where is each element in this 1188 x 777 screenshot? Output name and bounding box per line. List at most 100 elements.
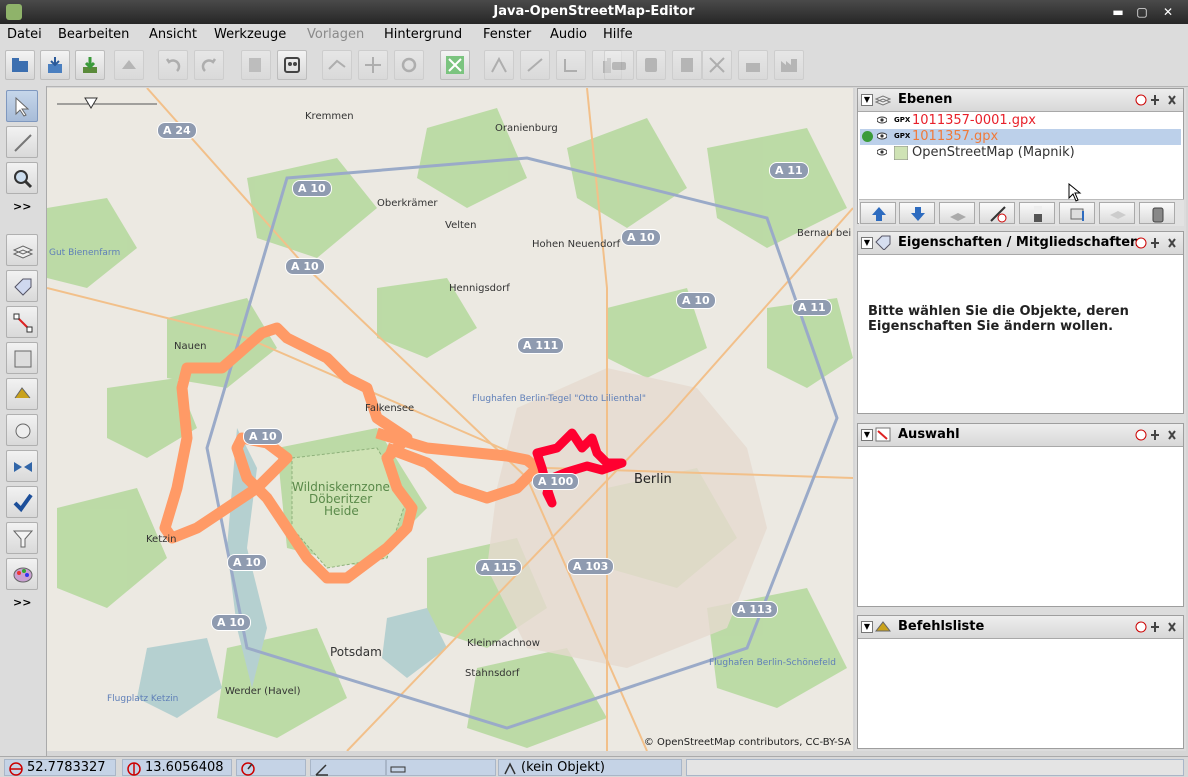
- shield-a10-2: A 10: [285, 258, 325, 275]
- layer-row[interactable]: OpenStreetMap (Mapnik): [860, 145, 1181, 161]
- selection-header[interactable]: ▼ Auswahl: [858, 424, 1183, 447]
- menu-vorlagen[interactable]: Vorlagen: [307, 27, 364, 42]
- align-circle-button[interactable]: [484, 50, 514, 80]
- car-button[interactable]: [604, 50, 634, 80]
- tools-button[interactable]: [702, 50, 732, 80]
- warning-button[interactable]: [672, 50, 702, 80]
- dialog-buttons-icon[interactable]: [1135, 93, 1179, 107]
- shield-a103: A 103: [567, 558, 615, 575]
- show-hide-button[interactable]: [979, 202, 1015, 224]
- zoom-to-data-button[interactable]: [440, 50, 470, 80]
- properties-empty-line1: Bitte wählen Sie die Objekte, deren: [868, 304, 1129, 319]
- menu-ansicht[interactable]: Ansicht: [149, 27, 197, 42]
- combine-way-button[interactable]: [358, 50, 388, 80]
- place-kleinmachnow: Kleinmachnow: [467, 638, 540, 649]
- close-icon[interactable]: ✕: [1158, 3, 1178, 21]
- delete-layer-button[interactable]: [1139, 202, 1175, 224]
- place-werder: Werder (Havel): [225, 686, 301, 697]
- minimize-icon[interactable]: ▬: [1108, 3, 1128, 21]
- authors-toggle-button[interactable]: [6, 414, 38, 446]
- orthogonal-button[interactable]: [556, 50, 586, 80]
- commands-header[interactable]: ▼ Befehlsliste: [858, 616, 1183, 639]
- airport-ketzin: Flugplatz Ketzin: [107, 694, 179, 704]
- menu-datei[interactable]: Datei: [7, 27, 42, 42]
- collapse-toggle-icon[interactable]: ▼: [861, 429, 873, 441]
- distance-field: [386, 759, 496, 776]
- move-up-button[interactable]: [860, 202, 896, 224]
- latitude-field: 52.7783327: [4, 759, 116, 776]
- properties-header[interactable]: ▼ Eigenschaften / Mitgliedschaften: [858, 232, 1183, 255]
- commands-toggle-button[interactable]: [6, 378, 38, 410]
- duplicate-button[interactable]: [1099, 202, 1135, 224]
- undo-button[interactable]: [158, 50, 188, 80]
- opacity-button[interactable]: [1019, 202, 1055, 224]
- merge-button[interactable]: [1059, 202, 1095, 224]
- align-line-button[interactable]: [520, 50, 550, 80]
- zoom-slider[interactable]: [57, 96, 157, 112]
- eye-icon[interactable]: [877, 148, 887, 156]
- object-icon: [504, 762, 516, 775]
- factory-button[interactable]: [774, 50, 804, 80]
- draw-tool-button[interactable]: [6, 126, 38, 158]
- layers-header[interactable]: ▼ Ebenen: [858, 89, 1183, 112]
- castle-button[interactable]: [738, 50, 768, 80]
- mappaint-toggle-button[interactable]: [6, 558, 38, 590]
- eye-icon[interactable]: [877, 132, 887, 140]
- menu-hilfe[interactable]: Hilfe: [603, 27, 633, 42]
- zoom-tool-button[interactable]: [6, 162, 38, 194]
- collapse-toggle-icon[interactable]: ▼: [861, 621, 873, 633]
- open-button[interactable]: [5, 50, 35, 80]
- layer-type-label: GPX: [894, 132, 911, 140]
- download-button[interactable]: [75, 50, 105, 80]
- layers-toggle-button[interactable]: [6, 234, 38, 266]
- place-potsdam: Potsdam: [330, 645, 382, 659]
- label-gut-bienenfarm: Gut Bienenfarm: [49, 248, 121, 258]
- layer-row[interactable]: GPX 1011357-0001.gpx: [860, 113, 1181, 129]
- more-tools-1[interactable]: >>: [13, 200, 31, 213]
- menu-audio[interactable]: Audio: [550, 27, 587, 42]
- activate-layer-button[interactable]: [939, 202, 975, 224]
- split-way-button[interactable]: [322, 50, 352, 80]
- menu-fenster[interactable]: Fenster: [483, 27, 531, 42]
- place-oranienburg: Oranienburg: [495, 123, 558, 134]
- conflict-toggle-button[interactable]: [6, 450, 38, 482]
- map-layer-icon: [894, 146, 908, 160]
- place-hohen-neuendorf: Hohen Neuendorf: [532, 239, 621, 250]
- relations-toggle-button[interactable]: [6, 342, 38, 374]
- command-stack-icon: [875, 621, 891, 632]
- map-background: [47, 88, 853, 751]
- dialog-buttons-icon[interactable]: [1135, 236, 1179, 250]
- upload-button[interactable]: [114, 50, 144, 80]
- collapse-toggle-icon[interactable]: ▼: [861, 94, 873, 106]
- dialog-buttons-icon[interactable]: [1135, 428, 1179, 442]
- menu-bearbeiten[interactable]: Bearbeiten: [58, 27, 129, 42]
- info-button[interactable]: [277, 50, 307, 80]
- layer-row-active[interactable]: GPX 1011357.gpx: [860, 129, 1181, 145]
- selection-title: Auswahl: [898, 427, 960, 442]
- dialog-buttons-icon[interactable]: [1135, 620, 1179, 634]
- more-tools-2[interactable]: >>: [13, 596, 31, 609]
- shield-a24: A 24: [157, 122, 197, 139]
- eye-icon[interactable]: [877, 116, 887, 124]
- shield-a100: A 100: [532, 473, 580, 490]
- menu-hintergrund[interactable]: Hintergrund: [384, 27, 462, 42]
- redo-button[interactable]: [194, 50, 224, 80]
- menu-werkzeuge[interactable]: Werkzeuge: [214, 27, 286, 42]
- longitude-value: 13.6056408: [145, 760, 224, 775]
- save-button[interactable]: [40, 50, 70, 80]
- preferences-button[interactable]: [241, 50, 271, 80]
- place-hennigsdorf: Hennigsdorf: [449, 283, 510, 294]
- refresh-button[interactable]: [394, 50, 424, 80]
- move-down-button[interactable]: [899, 202, 935, 224]
- bus-button[interactable]: [636, 50, 666, 80]
- collapse-toggle-icon[interactable]: ▼: [861, 237, 873, 249]
- filter-toggle-button[interactable]: [6, 522, 38, 554]
- selection-toggle-button[interactable]: [6, 306, 38, 338]
- validator-toggle-button[interactable]: [6, 486, 38, 518]
- longitude-field: 13.6056408: [122, 759, 232, 776]
- properties-toggle-button[interactable]: [6, 270, 38, 302]
- select-tool-button[interactable]: [6, 90, 38, 122]
- map-view[interactable]: Kremmen Oranienburg Oberkrämer Velten Ho…: [47, 88, 853, 751]
- maximize-icon[interactable]: ▢: [1132, 3, 1152, 21]
- commands-title: Befehlsliste: [898, 619, 985, 634]
